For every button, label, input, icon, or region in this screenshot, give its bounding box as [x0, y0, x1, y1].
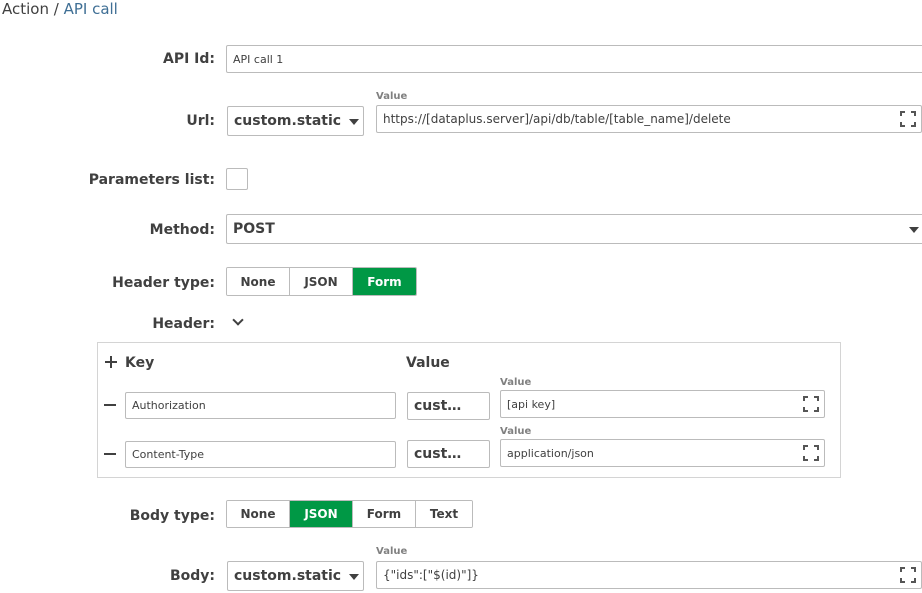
header-key-heading: Key	[125, 355, 155, 371]
header-type-none-button[interactable]: None	[227, 268, 290, 295]
table-row-value-input[interactable]: application/json	[500, 439, 825, 467]
api-id-label: API Id:	[162, 51, 215, 67]
header-row-value: application/json	[507, 446, 594, 460]
api-id-value: API call 1	[233, 52, 284, 66]
header-label: Header:	[152, 316, 215, 332]
url-source-select[interactable]: custom.static	[227, 106, 364, 136]
header-type-form-button[interactable]: Form	[353, 268, 416, 295]
method-label: Method:	[149, 222, 215, 238]
body-value-label: Value	[376, 546, 408, 557]
table-row-key-input[interactable]: Content-Type	[125, 441, 396, 468]
table-row-key-input[interactable]: Authorization	[125, 392, 396, 419]
header-type-toggle: None JSON Form	[226, 267, 417, 296]
parameters-list-checkbox[interactable]	[226, 168, 248, 190]
breadcrumb: Action / API call	[2, 0, 118, 18]
chevron-down-icon	[349, 119, 359, 125]
chevron-down-icon	[349, 574, 359, 580]
header-row-value: [api key]	[507, 397, 556, 411]
body-type-form-button[interactable]: Form	[353, 501, 416, 527]
breadcrumb-current: API call	[63, 0, 118, 18]
plus-icon[interactable]	[105, 356, 117, 368]
url-label: Url:	[186, 113, 215, 129]
url-source-value: custom.static	[234, 113, 342, 129]
header-type-json-button[interactable]: JSON	[290, 268, 353, 295]
expand-icon[interactable]	[900, 567, 916, 583]
header-type-label: Header type:	[112, 275, 215, 291]
body-source-select[interactable]: custom.static	[227, 561, 364, 591]
header-row-source: cust…	[414, 398, 462, 414]
body-type-label: Body type:	[129, 508, 215, 524]
body-type-none-button[interactable]: None	[227, 501, 290, 527]
header-row-value-label: Value	[500, 426, 532, 437]
header-row-key: Authorization	[132, 399, 206, 412]
breadcrumb-separator: /	[48, 0, 64, 18]
method-value: POST	[233, 221, 275, 237]
body-value-input[interactable]: {"ids":["$(id)"]}	[376, 561, 922, 589]
api-id-input[interactable]: API call 1	[226, 45, 922, 73]
breadcrumb-parent[interactable]: Action	[2, 0, 49, 18]
chevron-down-icon	[909, 227, 919, 233]
header-row-key: Content-Type	[132, 448, 204, 461]
expand-icon[interactable]	[900, 111, 916, 127]
header-row-source: cust…	[414, 446, 462, 462]
url-value-input[interactable]: https://[dataplus.server]/api/db/table/[…	[376, 105, 922, 133]
body-type-json-button[interactable]: JSON	[290, 501, 353, 527]
url-value-text: https://[dataplus.server]/api/db/table/[…	[383, 112, 731, 126]
chevron-down-icon[interactable]	[232, 314, 244, 326]
parameters-list-label: Parameters list:	[88, 172, 215, 188]
url-value-label: Value	[376, 91, 408, 102]
minus-icon[interactable]	[104, 453, 116, 455]
body-source-value: custom.static	[234, 568, 342, 584]
body-type-text-button[interactable]: Text	[416, 501, 472, 527]
minus-icon[interactable]	[104, 404, 116, 406]
method-select[interactable]: POST	[226, 214, 922, 244]
table-row-value-input[interactable]: [api key]	[500, 390, 825, 418]
body-type-toggle: None JSON Form Text	[226, 500, 473, 528]
header-row-value-label: Value	[500, 377, 532, 388]
body-value-text: {"ids":["$(id)"]}	[383, 568, 479, 582]
expand-icon[interactable]	[803, 396, 819, 412]
table-row-source-select[interactable]: cust…	[407, 440, 490, 468]
body-label: Body:	[169, 568, 215, 584]
table-row-source-select[interactable]: cust…	[407, 392, 490, 420]
expand-icon[interactable]	[803, 445, 819, 461]
header-value-heading: Value	[406, 355, 450, 371]
